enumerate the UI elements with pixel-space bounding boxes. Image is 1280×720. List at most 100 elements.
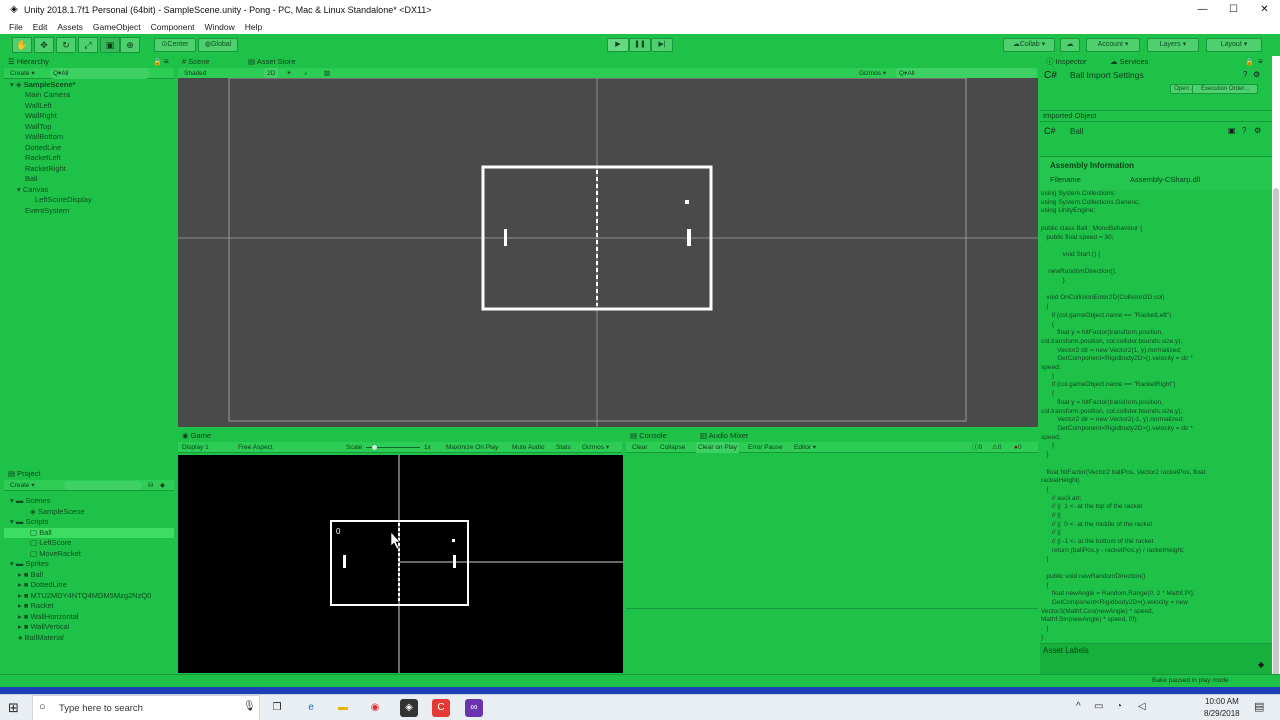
settings-gear-icon[interactable]: ⚙	[1254, 126, 1261, 135]
lock-icon[interactable]: 🔒	[153, 58, 162, 66]
hierarchy-item[interactable]: RacketLeft	[25, 153, 61, 162]
move-tool-icon[interactable]: ✥	[34, 37, 54, 53]
file-explorer-icon[interactable]: ▬	[334, 699, 352, 717]
project-item[interactable]: ● BallMaterial	[18, 633, 64, 642]
notification-center-icon[interactable]: ▤	[1254, 700, 1264, 713]
hierarchy-item[interactable]: WallBottom	[25, 132, 63, 141]
filter-type-icon[interactable]: ⛁	[148, 480, 153, 491]
task-view-icon[interactable]: ❐	[268, 699, 286, 717]
project-folder-scenes[interactable]: ▾ ▬ Scenes	[10, 496, 50, 505]
console-warning-count[interactable]: ⚠0	[992, 442, 1001, 453]
asset-store-tab[interactable]: ▤ Asset Store	[248, 56, 296, 68]
scrollbar-thumb[interactable]	[1273, 188, 1279, 688]
game-gizmos-dropdown[interactable]: Gizmos ▾	[582, 442, 609, 453]
clock-date[interactable]: 8/29/2018	[1204, 709, 1240, 718]
hierarchy-item[interactable]: EventSystem	[25, 206, 69, 215]
console-editor-dropdown[interactable]: Editor ▾	[794, 442, 816, 453]
inspector-tab[interactable]: ⓘ Inspector	[1046, 56, 1086, 68]
volume-icon[interactable]: ◁	[1138, 701, 1146, 712]
microphone-icon[interactable]: 🎙	[243, 701, 256, 712]
transform-tool-icon[interactable]: ⊕	[120, 37, 140, 53]
help-icon[interactable]: ?	[1243, 70, 1247, 79]
mute-audio-toggle[interactable]: Mute Audio	[512, 442, 545, 453]
console-info-count[interactable]: ⓘ0	[972, 442, 982, 453]
panel-menu-icon[interactable]: ≡	[164, 57, 169, 66]
battery-icon[interactable]: ▭	[1094, 701, 1103, 712]
maximize-button[interactable]: ☐	[1218, 0, 1249, 20]
game-tab[interactable]: ◉ Game	[182, 430, 211, 442]
scale-slider-handle[interactable]	[372, 445, 377, 450]
project-item[interactable]: ▸ ■ WallVertical	[18, 622, 69, 631]
console-tab[interactable]: ▤ Console	[630, 430, 667, 442]
project-item[interactable]: ▸ ■ Ball	[18, 570, 43, 579]
chrome-browser-icon[interactable]: ◉	[366, 699, 384, 717]
step-button[interactable]: ▶|	[651, 38, 673, 52]
filter-label-icon[interactable]: ◆	[160, 480, 165, 491]
hierarchy-search-input[interactable]: Q▾All	[50, 68, 150, 79]
hierarchy-item[interactable]: DottedLine	[25, 143, 61, 152]
console-error-pause-toggle[interactable]: Error Pause	[748, 442, 783, 453]
pause-button[interactable]: ❚❚	[629, 38, 651, 52]
menu-gameobject[interactable]: GameObject	[93, 22, 141, 32]
inspector-scrollbar[interactable]	[1272, 56, 1280, 688]
hierarchy-create-button[interactable]: Create ▾	[10, 68, 35, 79]
layers-dropdown[interactable]: Layers ▾	[1147, 38, 1199, 52]
stats-toggle[interactable]: Stats	[556, 442, 571, 453]
rect-tool-icon[interactable]: ▣	[100, 37, 120, 53]
project-create-button[interactable]: Create ▾	[10, 480, 35, 491]
game-view[interactable]: 0	[178, 455, 623, 673]
scene-tab[interactable]: # Scene	[182, 56, 210, 68]
inspector-menu-icon[interactable]: ≡	[1258, 57, 1263, 66]
project-item[interactable]: ▸ ■ Racket	[18, 601, 54, 610]
project-item[interactable]: ◈ SampleScene	[30, 507, 85, 516]
layout-dropdown[interactable]: Layout ▾	[1206, 38, 1262, 52]
edge-browser-icon[interactable]: e	[302, 699, 320, 717]
menu-edit[interactable]: Edit	[33, 22, 48, 32]
hierarchy-item-canvas[interactable]: ▾ Canvas	[17, 185, 48, 194]
services-tab[interactable]: ☁ Services	[1110, 56, 1148, 68]
account-dropdown[interactable]: Account ▾	[1086, 38, 1140, 52]
label-tag-icon[interactable]: ◆	[1258, 660, 1264, 669]
windows-start-icon[interactable]: ⊞	[8, 700, 19, 716]
project-item[interactable]: ▢ LeftScore	[30, 538, 71, 547]
scene-view[interactable]	[178, 78, 1038, 427]
hierarchy-item[interactable]: Ball	[25, 174, 38, 183]
audio-mixer-tab[interactable]: ▥ Audio Mixer	[700, 430, 748, 442]
clock-time[interactable]: 10:00 AM	[1205, 697, 1239, 706]
hierarchy-item[interactable]: WallLeft	[25, 101, 52, 110]
project-item[interactable]: ▸ ■ DottedLine	[18, 580, 67, 589]
taskbar-search-box[interactable]: ○ Type here to search 🎙	[32, 695, 260, 720]
console-divider[interactable]	[626, 608, 1038, 609]
network-icon[interactable]: ◔	[1116, 701, 1122, 712]
visual-studio-icon[interactable]: ∞	[465, 699, 483, 717]
project-folder-sprites[interactable]: ▾ ▬ Sprites	[10, 559, 49, 568]
play-button[interactable]: ▶	[607, 38, 629, 52]
menu-help[interactable]: Help	[245, 22, 262, 32]
project-item[interactable]: ▢ MoveRacket	[30, 549, 81, 558]
inspector-lock-icon[interactable]: 🔒	[1245, 58, 1254, 66]
menu-assets[interactable]: Assets	[57, 22, 83, 32]
console-clear-button[interactable]: Clear	[632, 442, 648, 453]
show-hidden-icons-icon[interactable]: ^	[1076, 701, 1081, 712]
hierarchy-item[interactable]: WallRight	[25, 111, 57, 120]
menu-component[interactable]: Component	[151, 22, 195, 32]
project-folder-scripts[interactable]: ▾ ▬ Scripts	[10, 517, 48, 526]
display-dropdown[interactable]: Display 1	[182, 442, 209, 453]
cloud-services-button[interactable]: ☁	[1060, 38, 1080, 52]
settings-gear-icon[interactable]: ⚙	[1253, 70, 1260, 79]
project-item-selected[interactable]: ▢ Ball	[4, 527, 174, 538]
maximize-on-play-toggle[interactable]: Maximize On Play	[446, 442, 498, 453]
console-collapse-toggle[interactable]: Collapse	[660, 442, 685, 453]
aspect-dropdown[interactable]: Free Aspect	[238, 442, 273, 453]
close-button[interactable]: ✕	[1249, 0, 1280, 20]
project-search-input[interactable]	[64, 481, 142, 490]
hand-tool-icon[interactable]: ✋	[12, 37, 32, 53]
pivot-center-button[interactable]: ⊙Center	[154, 38, 196, 52]
execution-order-button[interactable]: Execution Order...	[1192, 84, 1258, 94]
help-icon[interactable]: ?	[1242, 126, 1246, 135]
hierarchy-item[interactable]: Main Camera	[25, 90, 70, 99]
menu-file[interactable]: File	[9, 22, 23, 32]
project-item[interactable]: ▸ ■ WallHorizontal	[18, 612, 79, 621]
global-space-button[interactable]: ◍Global	[198, 38, 238, 52]
project-tab[interactable]: ▤ Project	[8, 468, 41, 480]
